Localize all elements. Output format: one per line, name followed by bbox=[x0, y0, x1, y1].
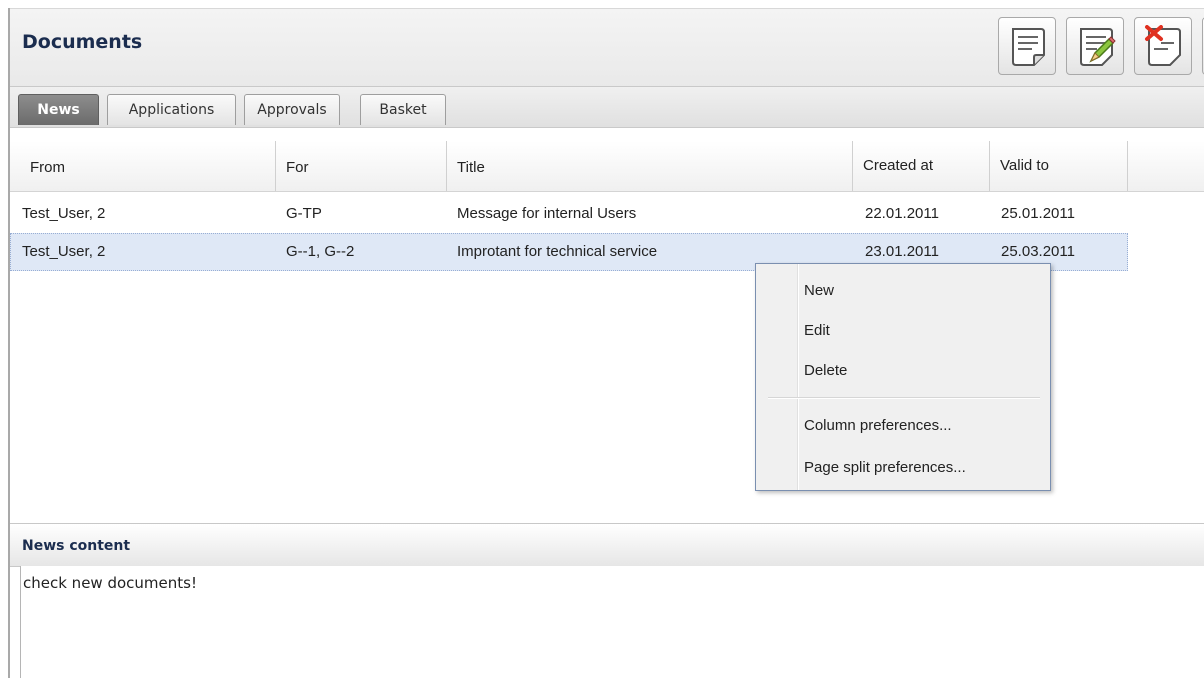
delete-document-icon bbox=[1145, 25, 1181, 66]
column-header-from[interactable]: From bbox=[20, 141, 276, 191]
cell-for: G-TP bbox=[286, 205, 322, 222]
menu-item-new[interactable]: New bbox=[804, 282, 834, 299]
column-header-for[interactable]: For bbox=[276, 141, 447, 191]
column-header-valid-to[interactable]: Valid to bbox=[990, 141, 1128, 191]
cell-from: Test_User, 2 bbox=[22, 205, 106, 222]
news-content-area[interactable]: check new documents! bbox=[20, 566, 1204, 678]
header-bar: Documents bbox=[10, 8, 1204, 87]
column-header-title[interactable]: Title bbox=[447, 141, 853, 191]
tab-applications[interactable]: Applications bbox=[107, 94, 236, 125]
tab-news[interactable]: News bbox=[18, 94, 99, 125]
grid-header: From For Title Created at Valid to bbox=[10, 141, 1204, 192]
news-content-text: check new documents! bbox=[23, 574, 197, 592]
cell-title: Message for internal Users bbox=[457, 205, 637, 222]
menu-icon-gutter bbox=[797, 264, 799, 490]
cell-title: Improtant for technical service bbox=[457, 243, 658, 260]
tab-basket[interactable]: Basket bbox=[360, 94, 446, 125]
cell-created-at: 23.01.2011 bbox=[865, 243, 939, 260]
document-icon bbox=[1012, 28, 1045, 66]
documents-window: Documents News Applications Approvals Ba… bbox=[8, 8, 1204, 678]
cell-valid-to: 25.03.2011 bbox=[1001, 243, 1075, 260]
edit-document-icon bbox=[1080, 28, 1116, 66]
new-document-button[interactable] bbox=[998, 17, 1056, 75]
menu-item-page-split-preferences[interactable]: Page split preferences... bbox=[804, 459, 966, 476]
menu-item-column-preferences[interactable]: Column preferences... bbox=[804, 417, 952, 434]
menu-separator bbox=[768, 397, 1040, 399]
page-title: Documents bbox=[22, 31, 143, 53]
table-row[interactable]: Test_User, 2 G-TP Message for internal U… bbox=[10, 195, 1128, 233]
tab-approvals[interactable]: Approvals bbox=[244, 94, 340, 125]
edit-document-button[interactable] bbox=[1066, 17, 1124, 75]
cell-valid-to: 25.01.2011 bbox=[1001, 205, 1075, 222]
menu-item-edit[interactable]: Edit bbox=[804, 322, 830, 339]
news-content-panel: News content check new documents! bbox=[10, 523, 1204, 678]
menu-item-delete[interactable]: Delete bbox=[804, 362, 847, 379]
tab-bar: News Applications Approvals Basket bbox=[10, 86, 1204, 128]
cell-from: Test_User, 2 bbox=[22, 243, 106, 260]
delete-document-button[interactable] bbox=[1134, 17, 1192, 75]
panel-header: News content bbox=[10, 523, 1204, 567]
context-menu: New Edit Delete Column preferences... Pa… bbox=[755, 263, 1051, 491]
column-header-created-at[interactable]: Created at bbox=[853, 141, 990, 191]
panel-title: News content bbox=[22, 538, 131, 554]
cell-created-at: 22.01.2011 bbox=[865, 205, 939, 222]
cell-for: G--1, G--2 bbox=[286, 243, 355, 260]
